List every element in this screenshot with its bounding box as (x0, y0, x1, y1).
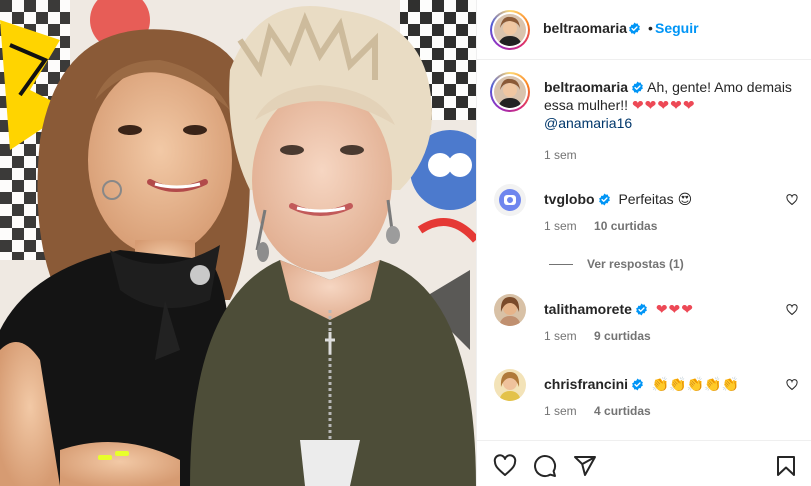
bookmark-icon[interactable] (774, 454, 798, 478)
comment-text: Perfeitas (618, 191, 674, 207)
comment-timestamp[interactable]: 1 sem (544, 404, 577, 418)
comment-likes[interactable]: 4 curtidas (594, 404, 651, 418)
view-replies-label: Ver respostas (1) (587, 257, 684, 271)
comment-item: talithamorete ❤❤❤ 1 sem 9 curtidas (477, 294, 811, 354)
author-username[interactable]: beltraomaria (543, 20, 627, 36)
comment-avatar[interactable] (494, 184, 526, 216)
view-replies-button[interactable]: Ver respostas (1) (549, 257, 684, 271)
comment-emojis: 👏👏👏👏👏 (651, 376, 740, 392)
comment-timestamp[interactable]: 1 sem (544, 219, 577, 233)
comment-likes[interactable]: 10 curtidas (594, 219, 657, 233)
comment-meta: 1 sem 9 curtidas (544, 329, 651, 343)
post-side-panel: beltraomaria • Seguir beltraomaria Ah, g… (476, 0, 811, 486)
verified-icon (636, 303, 647, 316)
post-action-bar (477, 440, 811, 486)
caption-avatar-image (494, 76, 526, 108)
comment-meta: 1 sem 10 curtidas (544, 219, 657, 233)
follow-button[interactable]: Seguir (655, 20, 699, 36)
caption-text-block: beltraomaria Ah, gente! Amo demais essa … (544, 78, 794, 132)
heart-icon[interactable] (493, 454, 517, 478)
comment-body: chrisfrancini 👏👏👏👏👏 (544, 376, 739, 393)
comment-likes[interactable]: 9 curtidas (594, 329, 651, 343)
header-separator: • (648, 20, 653, 36)
comment-body: tvglobo Perfeitas 😍 (544, 191, 692, 208)
comment-emojis: 😍 (677, 191, 693, 207)
verified-icon (629, 22, 640, 35)
comment-username[interactable]: tvglobo (544, 191, 595, 207)
tvglobo-logo-icon (494, 184, 526, 216)
comment-emojis: ❤❤❤ (655, 301, 695, 317)
caption-emojis: ❤❤❤❤❤ (631, 97, 696, 113)
caption-mention-link[interactable]: @anamaria16 (544, 115, 632, 131)
verified-icon (632, 378, 643, 391)
comment-timestamp[interactable]: 1 sem (544, 329, 577, 343)
comment-item: chrisfrancini 👏👏👏👏👏 1 sem 4 curtidas (477, 369, 811, 429)
comment-meta: 1 sem 4 curtidas (544, 404, 651, 418)
share-icon[interactable] (573, 454, 597, 478)
comment-icon[interactable] (533, 454, 557, 478)
heart-icon[interactable] (786, 194, 798, 206)
heart-icon[interactable] (786, 304, 798, 316)
caption-author-avatar[interactable] (490, 72, 530, 112)
post-photo-image (0, 0, 476, 486)
verified-icon (598, 193, 610, 206)
comment-avatar[interactable] (494, 294, 526, 326)
comment-body: talithamorete ❤❤❤ (544, 301, 694, 318)
comment-avatar[interactable] (494, 369, 526, 401)
replies-divider (549, 264, 573, 265)
post-header: beltraomaria • Seguir (477, 0, 811, 60)
heart-icon[interactable] (786, 379, 798, 391)
caption-author-username[interactable]: beltraomaria (544, 79, 628, 95)
comment-item: tvglobo Perfeitas 😍 1 sem 10 curtidas (477, 184, 811, 244)
comment-username[interactable]: chrisfrancini (544, 376, 628, 392)
caption-timestamp[interactable]: 1 sem (544, 148, 577, 162)
author-avatar[interactable] (490, 10, 530, 50)
verified-icon (632, 81, 643, 94)
comment-avatar-image (494, 369, 526, 401)
comment-username[interactable]: talithamorete (544, 301, 632, 317)
comment-avatar-image (494, 294, 526, 326)
author-avatar-image (494, 14, 526, 46)
post-photo[interactable] (0, 0, 476, 486)
